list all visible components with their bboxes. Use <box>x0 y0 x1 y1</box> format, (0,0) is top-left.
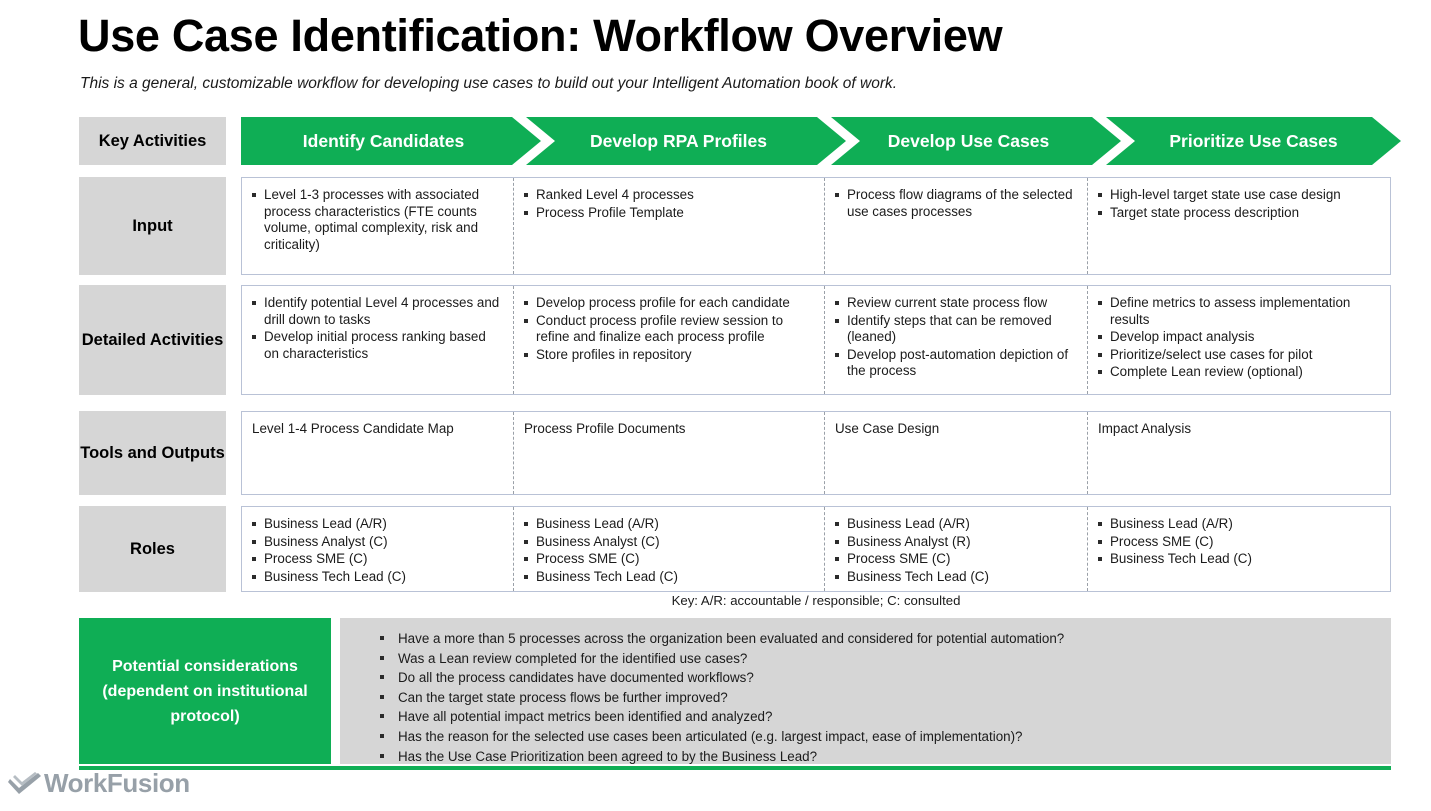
phase-label-identify-candidates[interactable]: Identify Candidates <box>241 117 526 165</box>
phase-label-develop-rpa-profiles[interactable]: Develop RPA Profiles <box>526 117 831 165</box>
cell-input-develop-rpa-profiles: Ranked Level 4 processes Process Profile… <box>513 178 824 274</box>
row-detailed-activities: Identify potential Level 4 processes and… <box>241 285 1391 395</box>
cell-tools-prioritize-use-cases: Impact Analysis <box>1087 412 1390 494</box>
row-input: Level 1-3 processes with associated proc… <box>241 177 1391 275</box>
cell-tools-develop-use-cases: Use Case Design <box>824 412 1087 494</box>
list-item: Target state process description <box>1096 205 1380 222</box>
list-item: Store profiles in repository <box>522 347 814 364</box>
bullet-list: Business Lead (A/R) Business Analyst (C)… <box>250 516 503 585</box>
row-roles: Business Lead (A/R) Business Analyst (C)… <box>241 506 1391 592</box>
bullet-list: Define metrics to assess implementation … <box>1096 295 1380 381</box>
cell-input-prioritize-use-cases: High-level target state use case design … <box>1087 178 1390 274</box>
bullet-list: Develop process profile for each candida… <box>522 295 814 363</box>
bullet-list: Level 1-3 processes with associated proc… <box>250 187 503 253</box>
list-item: Business Analyst (C) <box>250 534 503 551</box>
cell-roles-identify-candidates: Business Lead (A/R) Business Analyst (C)… <box>242 507 513 591</box>
list-item: Business Lead (A/R) <box>1096 516 1380 533</box>
key-activities-label: Key Activities <box>79 117 226 165</box>
phase-label-layer: Identify Candidates Develop RPA Profiles… <box>241 117 1401 165</box>
phase-arrow-band: Identify Candidates Develop RPA Profiles… <box>241 117 1401 165</box>
workfusion-logo: WorkFusion <box>8 766 190 800</box>
cell-detailed-prioritize-use-cases: Define metrics to assess implementation … <box>1087 286 1390 394</box>
list-item: Level 1-3 processes with associated proc… <box>250 187 503 253</box>
list-item: Identify potential Level 4 processes and… <box>250 295 503 328</box>
bullet-list: High-level target state use case design … <box>1096 187 1380 221</box>
cell-detailed-identify-candidates: Identify potential Level 4 processes and… <box>242 286 513 394</box>
bullet-list: Business Lead (A/R) Process SME (C) Busi… <box>1096 516 1380 568</box>
list-item: Process SME (C) <box>1096 534 1380 551</box>
potential-considerations-label: Potential considerations (dependent on i… <box>79 618 331 764</box>
cell-roles-develop-rpa-profiles: Business Lead (A/R) Business Analyst (C)… <box>513 507 824 591</box>
list-item: Can the target state process flows be fu… <box>376 688 1377 708</box>
list-item: Business Tech Lead (C) <box>522 569 814 586</box>
cell-tools-develop-rpa-profiles: Process Profile Documents <box>513 412 824 494</box>
list-item: Process Profile Template <box>522 205 814 222</box>
list-item: Process SME (C) <box>522 551 814 568</box>
bullet-list: Business Lead (A/R) Business Analyst (C)… <box>522 516 814 585</box>
cell-text: Level 1-4 Process Candidate Map <box>252 421 454 436</box>
bullet-list: Process flow diagrams of the selected us… <box>833 187 1077 220</box>
list-item: Do all the process candidates have docum… <box>376 668 1377 688</box>
cell-roles-prioritize-use-cases: Business Lead (A/R) Process SME (C) Busi… <box>1087 507 1390 591</box>
list-item: Identify steps that can be removed (lean… <box>833 313 1077 346</box>
cell-text: Process Profile Documents <box>524 421 686 436</box>
list-item: Develop initial process ranking based on… <box>250 329 503 362</box>
list-item: Business Tech Lead (C) <box>833 569 1077 586</box>
workfusion-logo-text: WorkFusion <box>44 768 190 798</box>
potential-considerations-panel: Have a more than 5 processes across the … <box>340 618 1391 764</box>
cell-input-develop-use-cases: Process flow diagrams of the selected us… <box>824 178 1087 274</box>
list-item: Business Tech Lead (C) <box>1096 551 1380 568</box>
cell-detailed-develop-use-cases: Review current state process flow Identi… <box>824 286 1087 394</box>
list-item: Develop process profile for each candida… <box>522 295 814 312</box>
bullet-list: Business Lead (A/R) Business Analyst (R)… <box>833 516 1077 585</box>
list-item: Process flow diagrams of the selected us… <box>833 187 1077 220</box>
row-label-detailed-activities: Detailed Activities <box>79 285 226 395</box>
list-item: Ranked Level 4 processes <box>522 187 814 204</box>
list-item: Have a more than 5 processes across the … <box>376 629 1377 649</box>
list-item: Has the reason for the selected use case… <box>376 727 1377 747</box>
bullet-list: Review current state process flow Identi… <box>833 295 1077 380</box>
row-label-tools-and-outputs: Tools and Outputs <box>79 411 226 495</box>
considerations-list: Have a more than 5 processes across the … <box>376 629 1377 766</box>
row-label-roles: Roles <box>79 506 226 592</box>
list-item: Develop post-automation depiction of the… <box>833 347 1077 380</box>
list-item: Process SME (C) <box>250 551 503 568</box>
list-item: Was a Lean review completed for the iden… <box>376 649 1377 669</box>
row-tools-and-outputs: Level 1-4 Process Candidate Map Process … <box>241 411 1391 495</box>
list-item: Business Lead (A/R) <box>522 516 814 533</box>
list-item: Conduct process profile review session t… <box>522 313 814 346</box>
bullet-list: Ranked Level 4 processes Process Profile… <box>522 187 814 221</box>
phase-label-prioritize-use-cases[interactable]: Prioritize Use Cases <box>1106 117 1401 165</box>
list-item: Business Analyst (C) <box>522 534 814 551</box>
footer-green-rule <box>79 766 1391 770</box>
cell-text: Use Case Design <box>835 421 940 436</box>
cell-text: Impact Analysis <box>1098 421 1192 436</box>
list-item: High-level target state use case design <box>1096 187 1380 204</box>
list-item: Business Analyst (R) <box>833 534 1077 551</box>
roles-key-note: Key: A/R: accountable / responsible; C: … <box>671 593 961 608</box>
phase-label-develop-use-cases[interactable]: Develop Use Cases <box>831 117 1106 165</box>
list-item: Business Lead (A/R) <box>833 516 1077 533</box>
cell-detailed-develop-rpa-profiles: Develop process profile for each candida… <box>513 286 824 394</box>
row-label-input: Input <box>79 177 226 275</box>
list-item: Business Tech Lead (C) <box>250 569 503 586</box>
list-item: Review current state process flow <box>833 295 1077 312</box>
list-item: Prioritize/select use cases for pilot <box>1096 347 1380 364</box>
list-item: Have all potential impact metrics been i… <box>376 707 1377 727</box>
list-item: Process SME (C) <box>833 551 1077 568</box>
cell-input-identify-candidates: Level 1-3 processes with associated proc… <box>242 178 513 274</box>
cell-tools-identify-candidates: Level 1-4 Process Candidate Map <box>242 412 513 494</box>
workfusion-swoosh-icon <box>8 772 41 794</box>
bullet-list: Identify potential Level 4 processes and… <box>250 295 503 362</box>
list-item: Develop impact analysis <box>1096 329 1380 346</box>
list-item: Complete Lean review (optional) <box>1096 364 1380 381</box>
cell-roles-develop-use-cases: Business Lead (A/R) Business Analyst (R)… <box>824 507 1087 591</box>
list-item: Business Lead (A/R) <box>250 516 503 533</box>
list-item: Define metrics to assess implementation … <box>1096 295 1380 328</box>
list-item: Has the Use Case Prioritization been agr… <box>376 747 1377 767</box>
